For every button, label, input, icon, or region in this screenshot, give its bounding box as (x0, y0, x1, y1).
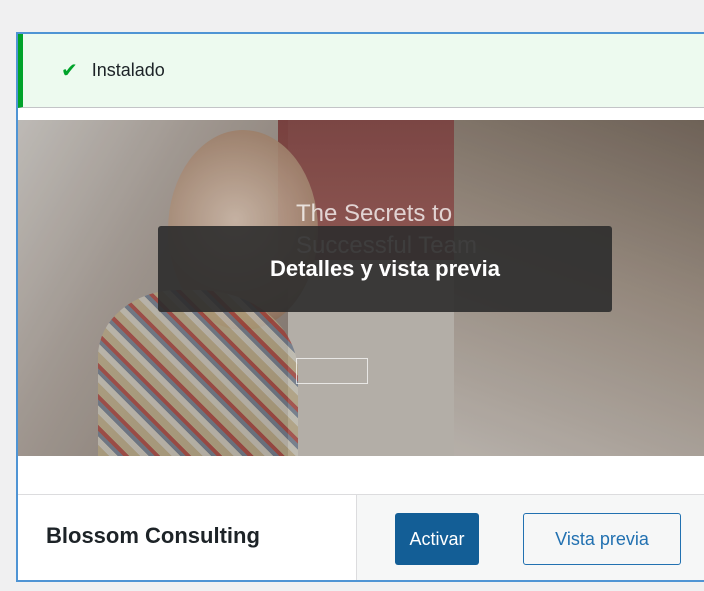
check-icon: ✔ (61, 60, 78, 82)
installed-notice: ✔ Instalado (18, 34, 704, 108)
activate-button[interactable]: Activar (395, 513, 479, 565)
theme-actions: Activar Vista previa (356, 495, 704, 580)
details-preview-overlay[interactable]: Detalles y vista previa (158, 226, 612, 312)
live-preview-button[interactable]: Vista previa (523, 513, 681, 565)
notice-text: Instalado (91, 60, 165, 80)
theme-screenshot[interactable]: The Secrets to Successful Team Detalles … (18, 120, 704, 456)
theme-card[interactable]: ✔ Instalado The Secrets to Successful Te… (16, 32, 704, 582)
screenshot-hero-button (296, 358, 368, 384)
theme-name: Blossom Consulting (46, 523, 260, 548)
screenshot-bottom-strip (18, 456, 704, 494)
theme-footer: Blossom Consulting Activar Vista previa (18, 494, 704, 580)
